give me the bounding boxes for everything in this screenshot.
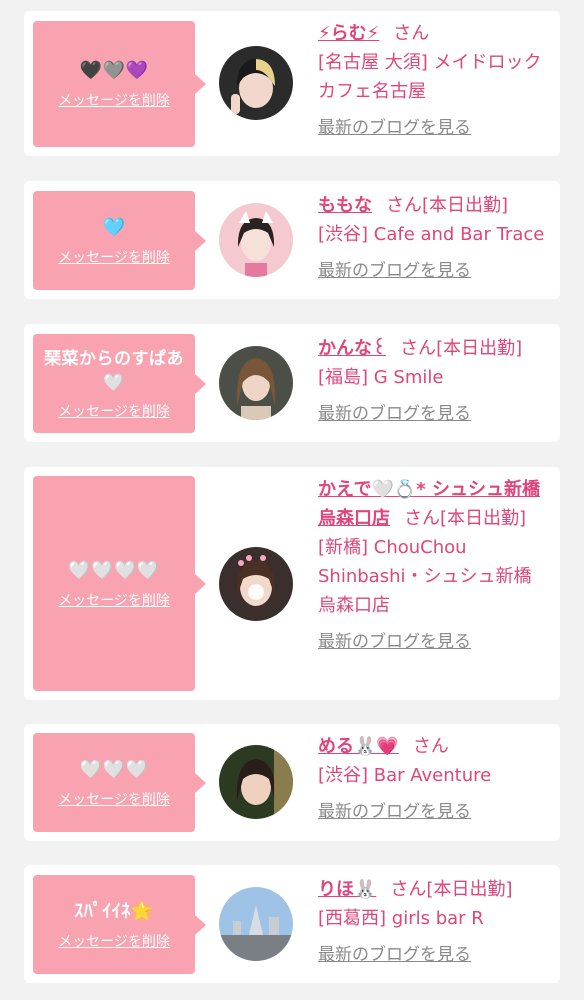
- message-text: 🩵: [102, 216, 126, 238]
- cast-info: ももな さん[本日出勤] [渋谷] Cafe and Bar Trace 最新のブ…: [318, 191, 546, 286]
- cast-info: りほ🐰 さん[本日出勤] [西葛西] girls bar R 最新のブログを見る: [318, 875, 546, 970]
- message-card: 琹菜からのすぱあ🤍 メッセージを削除 かんな꒰ さん[本日出勤] [福島] G S…: [24, 324, 560, 442]
- message-text: ｽﾊﾟｲｲﾈ🌟: [74, 900, 154, 922]
- shop-name: [渋谷] Cafe and Bar Trace: [318, 224, 545, 245]
- latest-blog-link[interactable]: 最新のブログを見る: [318, 400, 546, 429]
- honorific: さん: [390, 879, 427, 900]
- latest-blog-link[interactable]: 最新のブログを見る: [318, 257, 546, 286]
- attendance-status: [本日出勤]: [426, 879, 513, 900]
- cast-info: かえで🤍💍* シュシュ新橋烏森口店 さん[本日出勤] [新橋] ChouChou …: [318, 475, 546, 657]
- shop-name: [名古屋 大須] メイドロックカフェ名古屋: [318, 52, 542, 102]
- avatar[interactable]: [219, 887, 293, 961]
- cast-name-link[interactable]: りほ🐰: [318, 879, 376, 900]
- avatar[interactable]: [219, 46, 293, 120]
- honorific: さん: [386, 195, 422, 216]
- latest-blog-link[interactable]: 最新のブログを見る: [318, 941, 546, 970]
- latest-blog-link[interactable]: 最新のブログを見る: [318, 114, 546, 143]
- delete-message-link[interactable]: メッセージを削除: [58, 789, 170, 809]
- delete-message-link[interactable]: メッセージを削除: [58, 931, 170, 951]
- honorific: さん: [393, 23, 430, 44]
- shop-name: [渋谷] Bar Aventure: [318, 765, 492, 786]
- message-text: 🤍🤍🤍🤍: [68, 559, 160, 581]
- cast-name-link[interactable]: ⚡らむ⚡: [318, 23, 379, 44]
- cast-info: ⚡らむ⚡ さん [名古屋 大須] メイドロックカフェ名古屋 最新のブログを見る: [318, 19, 546, 143]
- message-card: 🩵 メッセージを削除 ももな さん[本日出勤] [渋谷] Cafe and Bar…: [24, 181, 560, 299]
- cast-name-link[interactable]: ももな: [318, 195, 372, 216]
- message-card: 🤍🤍🤍 メッセージを削除 める🐰💗 さん [渋谷] Bar Aventure 最新…: [24, 724, 560, 841]
- message-card: 🖤🩶💜 メッセージを削除 ⚡らむ⚡ さん [名古屋 大須] メイドロックカフェ名古…: [24, 11, 560, 156]
- message-text: 🖤🩶💜: [79, 60, 149, 81]
- message-bubble: ｽﾊﾟｲｲﾈ🌟 メッセージを削除: [33, 875, 206, 974]
- avatar[interactable]: [219, 203, 293, 277]
- message-bubble: 🩵 メッセージを削除: [33, 191, 206, 290]
- avatar[interactable]: [219, 745, 293, 819]
- attendance-status: [本日出勤]: [440, 508, 527, 529]
- honorific: さん: [400, 338, 437, 359]
- message-text: 🤍🤍🤍: [79, 758, 149, 780]
- latest-blog-link[interactable]: 最新のブログを見る: [318, 798, 546, 827]
- cast-name-link[interactable]: める🐰💗: [318, 736, 399, 757]
- delete-message-link[interactable]: メッセージを削除: [58, 401, 170, 421]
- message-card: 🤍🤍🤍🤍 メッセージを削除 かえで🤍💍* シュシュ新橋烏森口店 さん[本日出勤] …: [24, 467, 560, 700]
- avatar[interactable]: [219, 547, 293, 621]
- shop-name: [西葛西] girls bar R: [318, 908, 484, 929]
- delete-message-link[interactable]: メッセージを削除: [58, 90, 170, 110]
- message-bubble: 🤍🤍🤍🤍 メッセージを削除: [33, 476, 206, 691]
- delete-message-link[interactable]: メッセージを削除: [58, 247, 170, 267]
- shop-name: [新橋] ChouChou Shinbashi・シュシュ新橋烏森口店: [318, 537, 532, 616]
- shop-name: [福島] G Smile: [318, 367, 444, 388]
- avatar[interactable]: [219, 346, 293, 420]
- message-bubble: 🤍🤍🤍 メッセージを削除: [33, 733, 206, 832]
- cast-info: める🐰💗 さん [渋谷] Bar Aventure 最新のブログを見る: [318, 732, 546, 827]
- message-text: 琹菜からのすぱあ🤍: [44, 348, 184, 393]
- delete-message-link[interactable]: メッセージを削除: [58, 590, 170, 610]
- message-bubble: 🖤🩶💜 メッセージを削除: [33, 21, 206, 147]
- message-bubble: 琹菜からのすぱあ🤍 メッセージを削除: [33, 334, 206, 433]
- cast-name-link[interactable]: かんな꒰: [318, 338, 386, 359]
- cast-info: かんな꒰ さん[本日出勤] [福島] G Smile 最新のブログを見る: [318, 334, 546, 429]
- attendance-status: [本日出勤]: [422, 195, 509, 216]
- message-list: 🖤🩶💜 メッセージを削除 ⚡らむ⚡ さん [名古屋 大須] メイドロックカフェ名古…: [0, 0, 584, 1000]
- latest-blog-link[interactable]: 最新のブログを見る: [318, 628, 546, 657]
- honorific: さん: [412, 736, 449, 757]
- attendance-status: [本日出勤]: [436, 338, 523, 359]
- message-card: ｽﾊﾟｲｲﾈ🌟 メッセージを削除 りほ🐰 さん[本日出勤] [西葛西] girls…: [24, 865, 560, 983]
- honorific: さん: [404, 508, 440, 529]
